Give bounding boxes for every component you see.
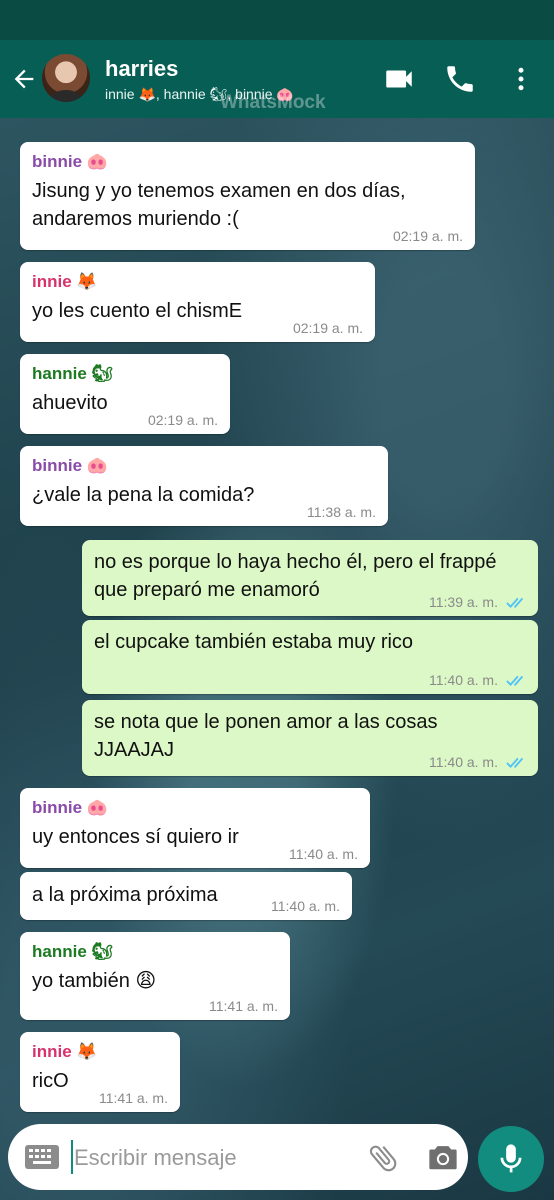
chat-area: binnie 🐽 Jisung y yo tenemos examen en d… xyxy=(0,118,554,1200)
sender-name: binnie 🐽 xyxy=(32,456,108,475)
more-options-icon[interactable] xyxy=(506,62,536,96)
message-bubble[interactable]: no es porque lo haya hecho él, pero el f… xyxy=(82,540,538,616)
group-avatar[interactable] xyxy=(42,54,90,102)
message-time: 11:40 a. m. xyxy=(270,898,340,914)
message-time: 02:19 a. m. xyxy=(292,320,363,336)
message-bubble[interactable]: innie 🦊 ricO 11:41 a. m. xyxy=(20,1032,180,1112)
message-time: 02:19 a. m. xyxy=(392,228,463,244)
message-bubble[interactable]: a la próxima próxima 11:40 a. m. xyxy=(20,872,352,920)
read-receipt-icon xyxy=(506,597,524,609)
text-cursor xyxy=(71,1140,73,1174)
message-text: el cupcake también estaba muy rico xyxy=(94,631,414,653)
message-text: yo también 😩 xyxy=(32,970,157,992)
message-time: 11:38 a. m. xyxy=(306,504,376,520)
message-bubble[interactable]: hannie 🐿 ahuevito 02:19 a. m. xyxy=(20,354,230,434)
sender-name: innie 🦊 xyxy=(32,272,98,291)
attach-clip-icon[interactable] xyxy=(366,1141,400,1175)
back-arrow-icon[interactable] xyxy=(10,62,38,96)
message-bubble[interactable]: se nota que le ponen amor a las cosas JJ… xyxy=(82,700,538,776)
read-receipt-icon xyxy=(506,757,524,769)
message-time: 11:41 a. m. xyxy=(98,1090,168,1106)
message-bubble[interactable]: binnie 🐽 Jisung y yo tenemos examen en d… xyxy=(20,142,475,250)
message-bubble[interactable]: hannie 🐿 yo también 😩 11:41 a. m. xyxy=(20,932,290,1020)
message-text: Jisung y yo tenemos examen en dos días, … xyxy=(32,180,406,230)
keyboard-icon[interactable] xyxy=(24,1144,60,1170)
sender-name: hannie 🐿 xyxy=(32,942,114,961)
message-bubble[interactable]: binnie 🐽 ¿vale la pena la comida? 11:38 … xyxy=(20,446,388,526)
message-bubble[interactable]: binnie 🐽 uy entonces sí quiero ir 11:40 … xyxy=(20,788,370,868)
message-time: 11:40 a. m. xyxy=(288,846,358,862)
chat-header: harries innie 🦊, hannie 🐿, binnie 🐽 What… xyxy=(0,40,554,118)
message-time: 02:19 a. m. xyxy=(147,412,218,428)
phone-call-icon[interactable] xyxy=(443,62,477,96)
message-time: 11:39 a. m. xyxy=(428,594,498,610)
chat-title[interactable]: harries xyxy=(105,56,178,82)
message-time: 11:40 a. m. xyxy=(428,672,498,688)
message-bubble[interactable]: el cupcake también estaba muy rico 11:40… xyxy=(82,620,538,694)
sender-name: binnie 🐽 xyxy=(32,798,108,817)
microphone-icon xyxy=(500,1144,522,1173)
message-time: 11:41 a. m. xyxy=(208,998,278,1014)
camera-icon[interactable] xyxy=(426,1142,460,1172)
video-call-icon[interactable] xyxy=(382,62,416,96)
message-time: 11:40 a. m. xyxy=(428,754,498,770)
sender-name: binnie 🐽 xyxy=(32,152,108,171)
sender-name: hannie 🐿 xyxy=(32,364,114,383)
sender-name: innie 🦊 xyxy=(32,1042,98,1061)
read-receipt-icon xyxy=(506,675,524,687)
message-bubble[interactable]: innie 🦊 yo les cuento el chismE 02:19 a.… xyxy=(20,262,375,342)
message-composer[interactable]: Escribir mensaje xyxy=(8,1124,468,1190)
status-bar xyxy=(0,0,554,40)
voice-message-button[interactable] xyxy=(478,1126,544,1192)
watermark: WhatsMock xyxy=(220,92,326,113)
message-input[interactable]: Escribir mensaje xyxy=(74,1145,237,1171)
